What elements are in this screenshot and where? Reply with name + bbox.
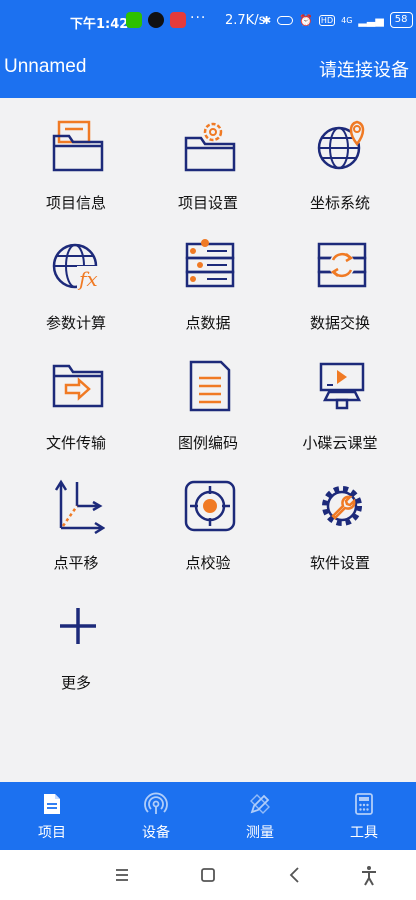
app-header: Unnamed 请连接设备 <box>0 40 416 98</box>
app-notification-icon <box>170 12 186 28</box>
system-navigation-bar <box>0 850 416 900</box>
grid-item-project-settings[interactable]: 项目设置 <box>139 98 277 218</box>
grid-item-software-settings[interactable]: 软件设置 <box>271 458 409 578</box>
grid-item-legend-code[interactable]: 图例编码 <box>139 338 277 458</box>
server-list-icon <box>185 239 235 288</box>
system-status-icons: ✱ ⏰ HD 4G ▂▃▅ 58 <box>262 12 413 28</box>
data-exchange-icon <box>317 242 367 288</box>
grid-item-label: 数据交换 <box>309 314 370 332</box>
target-icon <box>184 480 236 532</box>
grid-item-label: 点平移 <box>53 554 99 572</box>
grid-item-label: 项目信息 <box>45 194 106 212</box>
function-grid: 项目信息 项目设置 坐标系统 fx 参数计算 点数据 数据交换 文件传输 图例编… <box>0 98 416 782</box>
toggle-icon <box>277 15 294 25</box>
folder-document-icon <box>52 120 104 172</box>
tab-label: 工具 <box>350 825 378 841</box>
grid-item-more[interactable]: 更多 <box>7 578 145 698</box>
bottom-navigation: 项目 设备 测量 工具 <box>0 782 416 850</box>
signal-bars-icon: ▂▃▅ <box>358 13 384 27</box>
tab-label: 设备 <box>142 825 170 841</box>
svg-text:fx: fx <box>77 267 98 291</box>
notification-icons <box>126 12 186 28</box>
tab-device[interactable]: 设备 <box>104 782 208 850</box>
calculator-icon <box>355 793 373 815</box>
document-icon <box>44 794 60 814</box>
document-lines-icon <box>189 360 231 412</box>
grid-item-label: 软件设置 <box>309 554 370 572</box>
signal-icon <box>144 792 168 814</box>
status-bar: 下午1:42 ··· 2.7K/s ✱ ⏰ HD 4G ▂▃▅ 58 <box>0 0 416 40</box>
folder-gear-icon <box>184 122 236 172</box>
grid-item-coordinate-system[interactable]: 坐标系统 <box>271 98 409 218</box>
grid-item-parameter-calc[interactable]: fx 参数计算 <box>7 218 145 338</box>
globe-pin-icon <box>317 120 365 170</box>
accessibility-icon[interactable] <box>357 864 381 886</box>
folder-arrow-icon <box>52 364 104 408</box>
tab-label: 项目 <box>38 825 66 841</box>
grid-item-label: 小碟云课堂 <box>302 434 378 452</box>
grid-item-project-info[interactable]: 项目信息 <box>7 98 145 218</box>
more-notifications-icon: ··· <box>190 10 207 26</box>
plus-icon <box>60 608 96 644</box>
grid-item-video-class[interactable]: 小碟云课堂 <box>271 338 409 458</box>
wechat-icon <box>126 12 142 28</box>
grid-item-point-check[interactable]: 点校验 <box>139 458 277 578</box>
signal-label: 4G <box>341 15 353 25</box>
alarm-icon: ⏰ <box>299 13 313 27</box>
axis-move-icon <box>54 479 105 534</box>
grid-item-data-exchange[interactable]: 数据交换 <box>271 218 409 338</box>
grid-item-label: 图例编码 <box>177 434 238 452</box>
grid-item-label: 文件传输 <box>45 434 106 452</box>
network-speed: 2.7K/s <box>225 13 266 28</box>
grid-item-label: 参数计算 <box>45 314 106 332</box>
globe-fx-icon: fx <box>52 243 103 291</box>
project-title: Unnamed <box>4 56 87 77</box>
bluetooth-icon: ✱ <box>262 13 272 27</box>
tab-measure[interactable]: 测量 <box>208 782 312 850</box>
status-time: 下午1:42 <box>70 17 129 32</box>
battery-indicator: 58 <box>389 12 413 28</box>
grid-item-point-translate[interactable]: 点平移 <box>7 458 145 578</box>
grid-item-label: 坐标系统 <box>309 194 370 212</box>
grid-item-label: 点校验 <box>185 554 231 572</box>
tab-tools[interactable]: 工具 <box>312 782 416 850</box>
gear-wrench-icon <box>322 486 362 526</box>
grid-item-label: 项目设置 <box>177 194 238 212</box>
connect-device-button[interactable]: 请连接设备 <box>319 56 409 82</box>
video-class-icon <box>319 362 365 410</box>
grid-item-label: 点数据 <box>185 314 231 332</box>
home-icon[interactable] <box>196 864 220 886</box>
grid-item-point-data[interactable]: 点数据 <box>139 218 277 338</box>
back-icon[interactable] <box>283 864 307 886</box>
qq-icon <box>148 12 164 28</box>
grid-item-file-transfer[interactable]: 文件传输 <box>7 338 145 458</box>
tab-label: 测量 <box>246 825 274 841</box>
hd-badge: HD <box>318 14 336 26</box>
pen-ruler-icon <box>250 794 270 814</box>
tab-project[interactable]: 项目 <box>0 782 104 850</box>
grid-item-label: 更多 <box>60 674 91 692</box>
menu-icon[interactable] <box>110 864 134 886</box>
